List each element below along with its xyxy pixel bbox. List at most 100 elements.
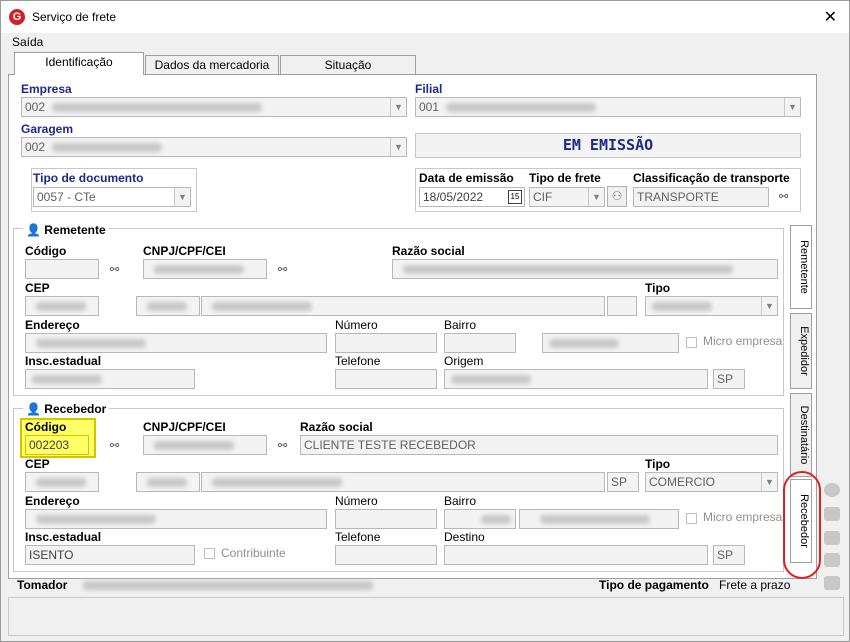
recebedor-micro-empresa-checkbox[interactable] [686, 513, 697, 524]
binoculars-icon[interactable]: ⚯ [110, 263, 119, 276]
remetente-tipo-label: Tipo [645, 281, 671, 295]
remetente-razao-label: Razão social [392, 244, 465, 258]
remetente-numero-field[interactable] [335, 333, 437, 353]
binoculars-icon[interactable]: ⚯ [278, 263, 287, 276]
remetente-cep-field[interactable] [25, 296, 99, 316]
empresa-select[interactable]: 002 ▼ [21, 97, 407, 117]
tomador-label: Tomador [17, 578, 68, 592]
recebedor-telefone-field[interactable] [335, 545, 437, 565]
data-emissao-field[interactable]: 18/05/2022 15 [419, 187, 525, 207]
tipo-documento-select[interactable]: 0057 - CTe ▼ [33, 187, 191, 207]
garagem-label: Garagem [21, 122, 74, 136]
remetente-cidade-field[interactable] [136, 296, 200, 316]
remetente-title: 👤 Remetente [23, 223, 109, 237]
recebedor-codigo-field[interactable]: 002203 [25, 435, 89, 455]
filial-value: 001 [419, 100, 440, 114]
recebedor-cidade-field[interactable] [136, 472, 200, 492]
recebedor-insc-label: Insc.estadual [25, 530, 102, 544]
dropdown-arrow-icon[interactable]: ▼ [761, 297, 777, 315]
toolbar-edit-icon[interactable] [824, 576, 840, 590]
remetente-cnpj-label: CNPJ/CPF/CEI [143, 244, 226, 258]
tab-situacao[interactable]: Situação [280, 55, 416, 75]
tab-label: Identificação [45, 55, 113, 69]
recebedor-contribuinte-checkbox[interactable] [204, 548, 215, 559]
dropdown-arrow-icon[interactable]: ▼ [588, 188, 604, 206]
binoculars-icon[interactable]: ⚯ [779, 190, 788, 203]
recebedor-uf-field[interactable]: SP [607, 472, 639, 492]
remetente-micro-empresa-label: Micro empresa [703, 334, 783, 348]
side-tab-label: Expedidor [798, 326, 810, 376]
recebedor-cep-label: CEP [25, 457, 50, 471]
garagem-value: 002 [25, 140, 46, 154]
data-emissao-value: 18/05/2022 [423, 190, 484, 204]
recebedor-bairro-field[interactable] [444, 509, 516, 529]
remetente-telefone-label: Telefone [335, 354, 381, 368]
remetente-bairro-field[interactable] [444, 333, 516, 353]
filial-label: Filial [415, 82, 443, 96]
remetente-uf-origem-field[interactable]: SP [713, 369, 745, 389]
remetente-title-text: Remetente [44, 223, 106, 237]
tipo-frete-label: Tipo de frete [529, 171, 601, 185]
side-tab-expedidor[interactable]: Expedidor [790, 313, 812, 389]
remetente-uf-field[interactable] [607, 296, 637, 316]
tipo-frete-select[interactable]: CIF ▼ [529, 187, 605, 207]
recebedor-bairro-label: Bairro [444, 494, 477, 508]
menu-bar: Saída [1, 33, 849, 51]
classificacao-field[interactable]: TRANSPORTE [633, 187, 769, 207]
remetente-origem-field[interactable] [444, 369, 708, 389]
recebedor-cep-field[interactable] [25, 472, 99, 492]
dropdown-arrow-icon[interactable]: ▼ [784, 98, 800, 116]
filial-select[interactable]: 001 ▼ [415, 97, 801, 117]
recebedor-tipo-select[interactable]: COMERCIO ▼ [645, 472, 778, 492]
recebedor-endereco-field[interactable] [25, 509, 327, 529]
tomador-value [83, 581, 373, 590]
toolbar-hand-icon[interactable] [824, 507, 840, 521]
recebedor-destino-field[interactable] [444, 545, 708, 565]
recebedor-insc-field[interactable]: ISENTO [25, 545, 195, 565]
recebedor-uf-destino-field[interactable]: SP [713, 545, 745, 565]
side-tab-destinatario[interactable]: Destinatário [790, 393, 812, 477]
remetente-insc-field[interactable] [25, 369, 195, 389]
side-tab-remetente[interactable]: Remetente [790, 225, 812, 309]
dropdown-arrow-icon[interactable]: ▼ [390, 138, 406, 156]
calendar-icon[interactable]: 15 [508, 190, 522, 204]
garagem-select[interactable]: 002 ▼ [21, 137, 407, 157]
remetente-logradouro-field[interactable] [201, 296, 605, 316]
status-bar [8, 597, 844, 636]
remetente-numero-label: Número [335, 318, 378, 332]
binoculars-icon[interactable]: ⚯ [278, 439, 287, 452]
remetente-cnpj-field[interactable] [143, 259, 267, 279]
recebedor-cnpj-field[interactable] [143, 435, 267, 455]
remetente-bairro-nome-field[interactable] [542, 333, 679, 353]
recebedor-title: 👤 Recebedor [23, 402, 110, 416]
close-icon[interactable]: ✕ [824, 7, 837, 27]
recebedor-numero-field[interactable] [335, 509, 437, 529]
title-bar: G Serviço de frete ✕ [1, 1, 849, 33]
remetente-endereco-field[interactable] [25, 333, 327, 353]
toolbar-truck-icon[interactable] [824, 553, 840, 567]
person-icon[interactable]: ⚇ [607, 186, 627, 207]
tipo-documento-value: 0057 - CTe [37, 190, 96, 204]
recebedor-logradouro-field[interactable] [201, 472, 605, 492]
dropdown-arrow-icon[interactable]: ▼ [174, 188, 190, 206]
remetente-codigo-field[interactable] [25, 259, 99, 279]
toolbar-circle-icon[interactable] [824, 483, 840, 497]
classificacao-value: TRANSPORTE [637, 190, 719, 204]
binoculars-icon[interactable]: ⚯ [110, 439, 119, 452]
recebedor-bairro-nome-field[interactable] [519, 509, 679, 529]
data-emissao-label: Data de emissão [419, 171, 514, 185]
dropdown-arrow-icon[interactable]: ▼ [390, 98, 406, 116]
recebedor-numero-label: Número [335, 494, 378, 508]
toolbar-hand-icon[interactable] [824, 531, 840, 545]
remetente-razao-field[interactable] [392, 259, 778, 279]
tab-dados-mercadoria[interactable]: Dados da mercadoria [145, 55, 279, 75]
side-tab-label: Destinatário [798, 405, 810, 465]
tab-identificacao[interactable]: Identificação [14, 52, 144, 75]
remetente-telefone-field[interactable] [335, 369, 437, 389]
remetente-uf-value: SP [717, 372, 734, 386]
remetente-tipo-select[interactable]: ▼ [645, 296, 778, 316]
menu-item-saida[interactable]: Saída [12, 35, 43, 49]
dropdown-arrow-icon[interactable]: ▼ [761, 473, 777, 491]
remetente-micro-empresa-checkbox[interactable] [686, 337, 697, 348]
recebedor-razao-field[interactable]: CLIENTE TESTE RECEBEDOR [300, 435, 778, 455]
